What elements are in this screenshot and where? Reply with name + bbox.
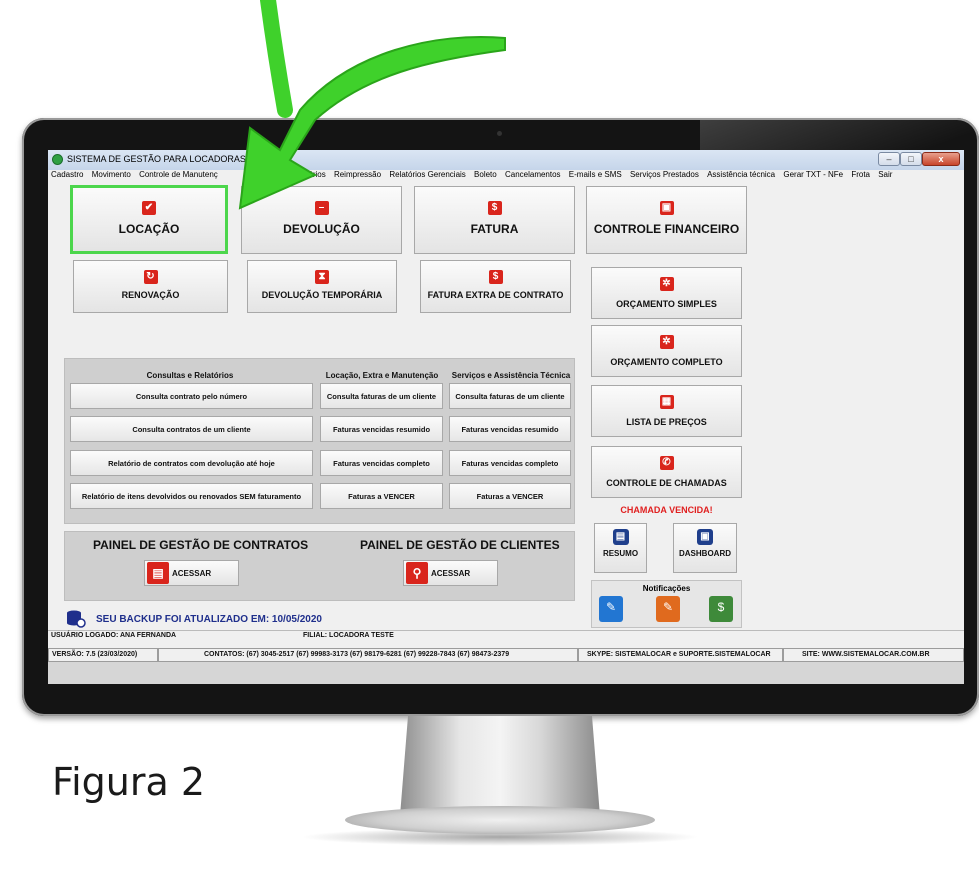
notification-document-check-icon[interactable]: ✎ — [599, 596, 623, 622]
usuario-logado: USUÁRIO LOGADO: ANA FERNANDA — [51, 632, 177, 639]
figure-caption: Figura 2 — [52, 760, 206, 804]
notificacoes-panel: Notificações ✎ ✎ $ — [591, 580, 742, 628]
menu-sair[interactable]: Sair — [878, 170, 892, 179]
dashboard-label: DASHBOARD — [679, 549, 731, 558]
menu-frota[interactable]: Frota — [851, 170, 870, 179]
calculator-icon: ▦ — [659, 395, 674, 409]
locacao-faturas-a-vencer-button[interactable]: Faturas a VENCER — [320, 483, 443, 509]
controle-financeiro-button[interactable]: ▣ CONTROLE FINANCEIRO — [586, 186, 747, 254]
renovacao-label: RENOVAÇÃO — [121, 290, 180, 300]
app-window: SISTEMA DE GESTÃO PARA LOCADORAS DE BE –… — [48, 150, 964, 684]
locacao-extra-header: Locação, Extra e Manutenção — [325, 371, 439, 380]
monitor-base — [345, 806, 655, 834]
devolucao-label: DEVOLUÇÃO — [283, 222, 360, 236]
fatura-extra-button[interactable]: $ FATURA EXTRA DE CONTRATO — [420, 260, 571, 313]
gear-icon: ✲ — [659, 277, 674, 291]
acessar-label: ACESSAR — [172, 568, 212, 578]
lock-icon: ▣ — [659, 201, 674, 215]
gestao-contratos-acessar-button[interactable]: ▤ ACESSAR — [144, 560, 239, 586]
versao: VERSÃO: 7.5 (23/03/2020) — [48, 648, 158, 662]
menu-movimento[interactable]: Movimento — [92, 170, 131, 179]
filial: FILIAL: LOCADORA TESTE — [303, 632, 394, 639]
status-bar-user: USUÁRIO LOGADO: ANA FERNANDA FILIAL: LOC… — [48, 630, 964, 643]
devolucao-temporaria-label: DEVOLUÇÃO TEMPORÁRIA — [261, 290, 383, 300]
fatura-extra-label: FATURA EXTRA DE CONTRATO — [427, 290, 564, 300]
gestao-clientes-title: PAINEL DE GESTÃO DE CLIENTES — [360, 538, 560, 552]
notification-document-money-icon[interactable]: $ — [709, 596, 733, 622]
consulta-contrato-numero-button[interactable]: Consulta contrato pelo número — [70, 383, 313, 409]
servicos-faturas-vencidas-resumido-button[interactable]: Faturas vencidas resumido — [449, 416, 571, 442]
contract-document-icon: ▤ — [147, 562, 169, 584]
locacao-label: LOCAÇÃO — [118, 222, 180, 236]
chamada-vencida-alert: CHAMADA VENCIDA! — [620, 505, 713, 515]
screen-bottom-strip — [48, 662, 964, 684]
fatura-label: FATURA — [470, 222, 519, 236]
locacao-faturas-vencidas-resumido-button[interactable]: Faturas vencidas resumido — [320, 416, 443, 442]
consultas-panel: Consultas e Relatórios Locação, Extra e … — [64, 358, 575, 524]
gestao-clientes-acessar-button[interactable]: ⚲ ACESSAR — [403, 560, 498, 586]
servicos-faturas-a-vencer-button[interactable]: Faturas a VENCER — [449, 483, 571, 509]
skype: SKYPE: SISTEMALOCAR e SUPORTE.SISTEMALOC… — [578, 648, 783, 662]
checkbox-icon: ✔ — [142, 201, 156, 215]
menu-gerar-txt-nfe[interactable]: Gerar TXT - NFe — [783, 170, 843, 179]
dashboard-button[interactable]: ▣ DASHBOARD — [673, 523, 737, 573]
consulta-contratos-cliente-button[interactable]: Consulta contratos de um cliente — [70, 416, 313, 442]
controle-financeiro-label: CONTROLE FINANCEIRO — [593, 222, 740, 236]
renovacao-button[interactable]: ↻ RENOVAÇÃO — [73, 260, 228, 313]
contatos: CONTATOS: (67) 3045-2517 (67) 99983-3173… — [158, 648, 578, 662]
servicos-consulta-faturas-button[interactable]: Consulta faturas de um cliente — [449, 383, 571, 409]
menu-cadastro[interactable]: Cadastro — [51, 170, 83, 179]
resumo-button[interactable]: ▤ RESUMO — [594, 523, 647, 573]
phone-icon: ✆ — [659, 456, 674, 470]
orcamento-simples-label: ORÇAMENTO SIMPLES — [616, 299, 717, 309]
relatorio-contratos-devolucao-button[interactable]: Relatório de contratos com devolução até… — [70, 450, 313, 476]
dashboard-icon: ▣ — [697, 529, 713, 545]
green-arrow-pointer — [238, 0, 506, 210]
lista-precos-button[interactable]: ▦ LISTA DE PREÇOS — [591, 385, 742, 437]
servicos-faturas-vencidas-completo-button[interactable]: Faturas vencidas completo — [449, 450, 571, 476]
close-button[interactable]: x — [922, 152, 960, 166]
relatorio-itens-sem-faturamento-button[interactable]: Relatório de itens devolvidos ou renovad… — [70, 483, 313, 509]
monitor-stand — [400, 716, 600, 816]
report-icon: ▤ — [612, 529, 629, 545]
lista-precos-label: LISTA DE PREÇOS — [626, 417, 707, 427]
database-refresh-icon — [66, 610, 86, 628]
status-bar-info: VERSÃO: 7.5 (23/03/2020) CONTATOS: (67) … — [48, 648, 964, 662]
client-search-icon: ⚲ — [406, 562, 428, 584]
gear-icon: ✲ — [659, 335, 674, 349]
orcamento-simples-button[interactable]: ✲ ORÇAMENTO SIMPLES — [591, 267, 742, 319]
menu-servicos-prestados[interactable]: Serviços Prestados — [630, 170, 699, 179]
notification-document-edit-icon[interactable]: ✎ — [656, 596, 680, 622]
backup-status: SEU BACKUP FOI ATUALIZADO EM: 10/05/2020 — [96, 614, 322, 625]
maximize-button[interactable]: □ — [900, 152, 922, 166]
menu-assistencia-tecnica[interactable]: Assistência técnica — [707, 170, 775, 179]
consultas-header: Consultas e Relatórios — [146, 371, 234, 380]
app-logo-icon — [52, 154, 63, 165]
resumo-label: RESUMO — [602, 549, 639, 558]
menu-emails-sms[interactable]: E-mails e SMS — [569, 170, 622, 179]
gestao-panel: PAINEL DE GESTÃO DE CONTRATOS PAINEL DE … — [64, 531, 575, 601]
minimize-button[interactable]: – — [878, 152, 900, 166]
devolucao-temporaria-button[interactable]: ⧗ DEVOLUÇÃO TEMPORÁRIA — [247, 260, 397, 313]
servicos-assistencia-header: Serviços e Assistência Técnica — [451, 371, 571, 380]
locacao-faturas-vencidas-completo-button[interactable]: Faturas vencidas completo — [320, 450, 443, 476]
controle-chamadas-button[interactable]: ✆ CONTROLE DE CHAMADAS — [591, 446, 742, 498]
hourglass-icon: ⧗ — [315, 270, 329, 284]
dollar-icon: $ — [488, 270, 503, 284]
renew-icon: ↻ — [143, 270, 158, 284]
orcamento-completo-button[interactable]: ✲ ORÇAMENTO COMPLETO — [591, 325, 742, 377]
gestao-contratos-title: PAINEL DE GESTÃO DE CONTRATOS — [93, 538, 309, 552]
acessar-label: ACESSAR — [431, 568, 471, 578]
orcamento-completo-label: ORÇAMENTO COMPLETO — [610, 357, 723, 367]
site: SITE: WWW.SISTEMALOCAR.COM.BR — [783, 648, 964, 662]
menu-controle-manutencao[interactable]: Controle de Manutenç — [139, 170, 218, 179]
controle-chamadas-label: CONTROLE DE CHAMADAS — [606, 478, 727, 488]
locacao-consulta-faturas-button[interactable]: Consulta faturas de um cliente — [320, 383, 443, 409]
notificacoes-title: Notificações — [642, 584, 691, 593]
locacao-button[interactable]: ✔ LOCAÇÃO — [70, 185, 228, 254]
